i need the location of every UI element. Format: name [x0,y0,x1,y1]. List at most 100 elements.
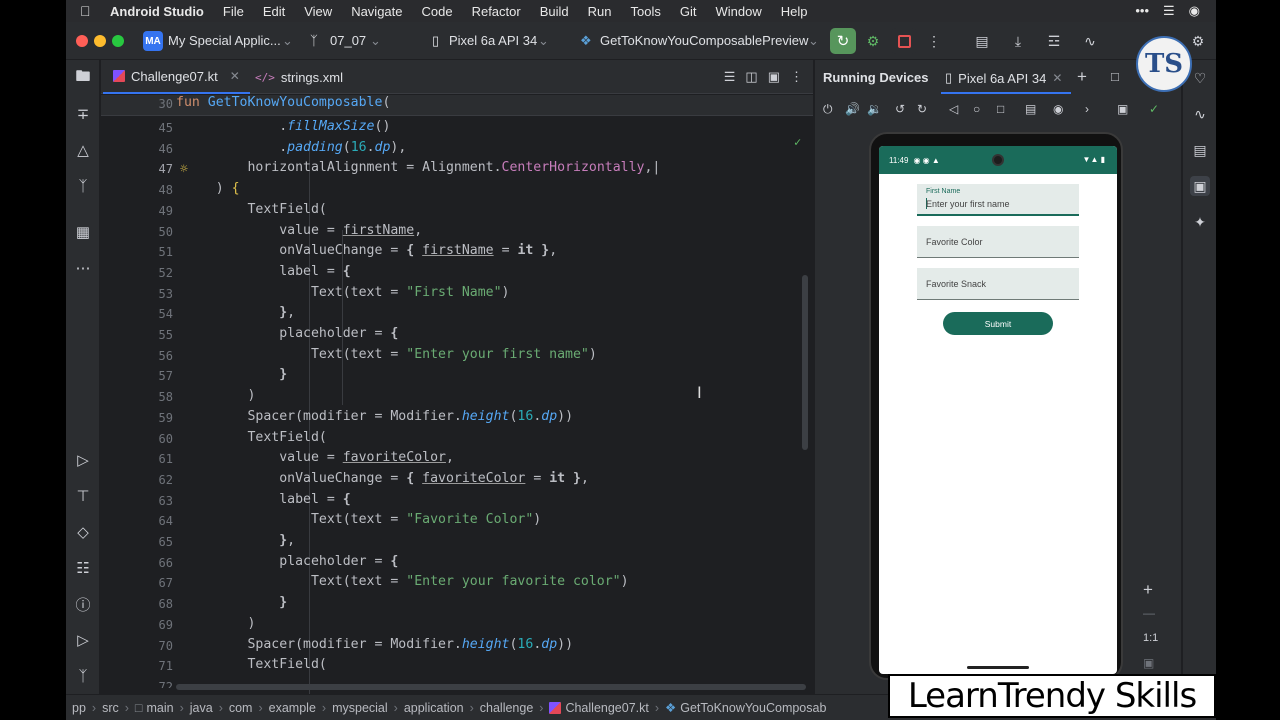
code-line[interactable]: 45 .fillMaxSize() [101,119,813,140]
close-icon[interactable]: ✕ [230,69,240,83]
code-view-icon[interactable]: ☰ [724,69,736,85]
window-layout-icon[interactable]: □ [1111,69,1119,84]
breadcrumb-item[interactable]: com [229,701,253,715]
menu-edit[interactable]: Edit [263,4,285,19]
zoom-actual-size[interactable]: 1:1 [1143,632,1158,644]
volume-down-icon[interactable]: 🔉 [867,102,882,116]
device-file-explorer-icon[interactable]: ▤ [1190,140,1210,160]
horizontal-scrollbar[interactable] [176,684,806,690]
more-vertical-icon[interactable]: ⋮ [790,69,803,85]
stop-button[interactable] [891,28,917,54]
overview-icon[interactable]: □ [997,102,1004,116]
code-line[interactable]: 52 label = { [101,264,813,285]
menu-app-name[interactable]: Android Studio [110,4,204,19]
device-manager-icon[interactable]: ▤ [972,31,992,51]
siri-icon[interactable]: ◉ [1189,3,1200,19]
add-device-icon[interactable]: + [1077,67,1087,87]
screenshot-camera-icon[interactable]: ◉ [1053,102,1063,116]
device-selector[interactable]: Pixel 6a API 34 [449,33,537,48]
menu-refactor[interactable]: Refactor [472,4,521,19]
code-line[interactable]: 57 } [101,367,813,388]
code-line[interactable]: 64 Text(text = "Favorite Color") [101,512,813,533]
pull-requests-icon[interactable]: ᛉ [73,176,93,196]
code-line[interactable]: 71 TextField( [101,657,813,678]
debug-bug-icon[interactable]: ⚙ [863,31,883,51]
code-line[interactable]: 46 .padding(16.dp), [101,140,813,161]
window-zoom-button[interactable] [112,35,124,47]
breadcrumb-item[interactable]: Challenge07.kt [549,701,649,715]
rerun-button[interactable]: ↻ [830,28,856,54]
breadcrumb-item[interactable]: java [190,701,213,715]
more-icon[interactable]: ••• [1135,3,1149,19]
gemini-sparkle-icon[interactable]: ✦ [1190,212,1210,232]
plugins-icon[interactable]: ▦ [73,222,93,242]
first-name-field[interactable]: First Name Enter your first name [917,184,1079,216]
code-line[interactable]: 65 }, [101,533,813,554]
check-icon[interactable]: ✓ [1149,102,1159,116]
snapshot-icon[interactable]: ▤ [1025,102,1036,116]
power-icon[interactable]: ⏻ [823,102,833,117]
branch-selector[interactable]: 07_07 [330,33,366,48]
menu-help[interactable]: Help [781,4,808,19]
back-icon[interactable]: ◁ [949,102,958,116]
rotate-right-icon[interactable]: ↻ [917,102,927,116]
tab-challenge07-kt[interactable]: Challenge07.kt ✕ [103,60,250,94]
volume-up-icon[interactable]: 🔊 [845,102,860,116]
code-line[interactable]: 51 onValueChange = { firstName = it }, [101,243,813,264]
code-line[interactable]: 70 Spacer(modifier = Modifier.height(16.… [101,637,813,658]
breadcrumb-item[interactable]: application [404,701,464,715]
menu-file[interactable]: File [223,4,244,19]
code-line[interactable]: 48 ) { [101,181,813,202]
menu-window[interactable]: Window [715,4,761,19]
control-center-icon[interactable]: ☰ [1163,3,1175,19]
tab-strings-xml[interactable]: </> strings.xml [245,60,353,94]
breadcrumb-item[interactable]: src [102,701,119,715]
gesture-nav-bar[interactable] [967,666,1029,669]
breadcrumb-item[interactable]: example [269,701,316,715]
sync-icon[interactable]: ∿ [1080,31,1100,51]
breadcrumb-item[interactable]: □ main [135,701,174,715]
more-vertical-icon[interactable]: ⋮ [924,31,944,51]
sdk-manager-icon[interactable]: ⤓ [1008,31,1028,51]
code-line[interactable]: 50 value = firstName, [101,223,813,244]
close-icon[interactable]: ✕ [1052,71,1062,85]
fit-screen-icon[interactable]: ▣ [1143,656,1154,670]
breadcrumb-item[interactable]: challenge [480,701,534,715]
notifications-icon[interactable]: ♡ [1190,68,1210,88]
sticky-line[interactable]: 30 fun GetToKnowYouComposable( [101,95,813,116]
chevron-right-icon[interactable]: › [1085,102,1089,116]
code-line[interactable]: 67 Text(text = "Enter your favorite colo… [101,574,813,595]
terminal-icon[interactable]: ▷ [73,630,93,650]
app-quality-icon[interactable]: ◇ [73,522,93,542]
menu-view[interactable]: View [304,4,332,19]
breadcrumb-item[interactable]: myspecial [332,701,388,715]
commit-icon[interactable]: ∓ [73,104,93,124]
menu-code[interactable]: Code [422,4,453,19]
code-line[interactable]: 58 ) [101,388,813,409]
device-screen[interactable]: 11:49 ◉ ◉ ▲ ▼▲ ▮ First Name Enter your f… [879,146,1117,674]
breadcrumb-item[interactable]: pp [72,701,86,715]
code-line[interactable]: 66 placeholder = { [101,554,813,575]
device-tab[interactable]: ▯ Pixel 6a API 34 ✕ [945,70,1062,86]
code-line[interactable]: 68 } [101,595,813,616]
running-devices-icon[interactable]: ▣ [1190,176,1210,196]
chevron-down-icon[interactable]: ⌄ [370,33,381,49]
window-minimize-button[interactable] [94,35,106,47]
project-folder-icon[interactable]: 🖿 [73,68,93,88]
run-tool-icon[interactable]: ▷ [73,450,93,470]
breadcrumb-item[interactable]: ❖ GetToKnowYouComposab [665,700,826,716]
rotate-left-icon[interactable]: ↺ [895,102,905,116]
menu-build[interactable]: Build [540,4,569,19]
apple-icon[interactable]:  [80,3,96,19]
design-view-icon[interactable]: ▣ [768,69,780,85]
code-line[interactable]: 60 TextField( [101,430,813,451]
build-hammer-icon[interactable]: ⊤ [73,486,93,506]
code-line[interactable]: 62 onValueChange = { favoriteColor = it … [101,471,813,492]
vertical-scrollbar[interactable] [802,275,808,450]
split-view-icon[interactable]: ◫ [745,69,757,85]
logcat-icon[interactable]: ☷ [73,558,93,578]
code-line[interactable]: 53 Text(text = "First Name") [101,285,813,306]
window-close-button[interactable] [76,35,88,47]
code-line[interactable]: 63 label = { [101,492,813,513]
menu-git[interactable]: Git [680,4,697,19]
